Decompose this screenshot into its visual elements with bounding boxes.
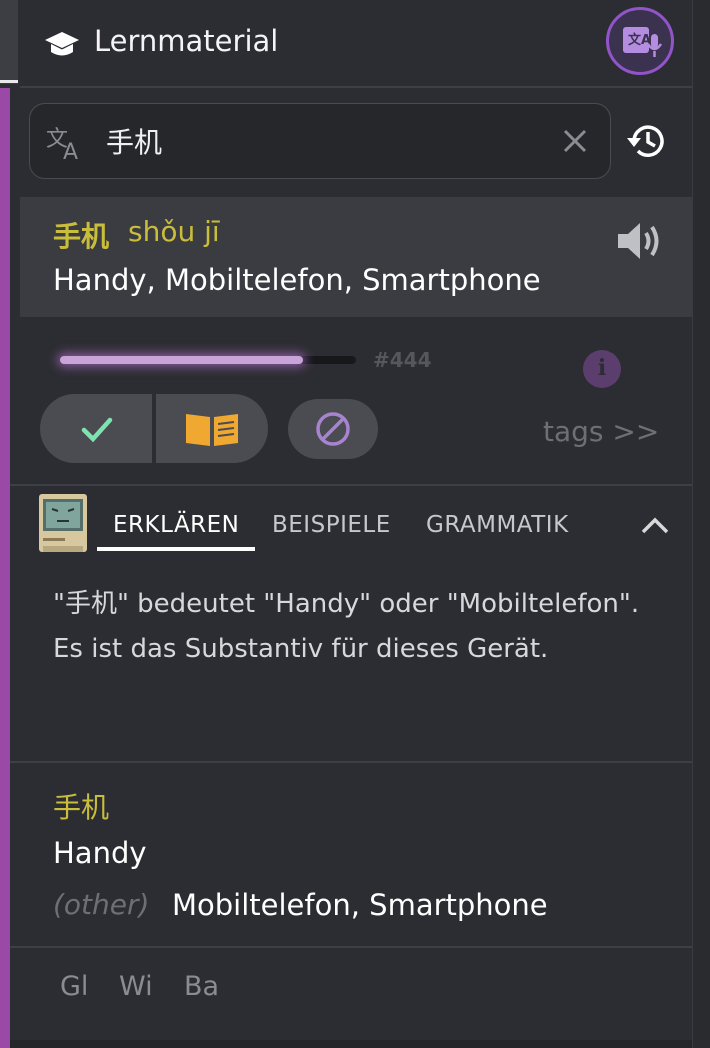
result-pinyin: shǒu jī	[128, 215, 220, 248]
learn-button[interactable]	[156, 394, 268, 463]
info-icon[interactable]: i	[583, 350, 621, 388]
history-icon[interactable]	[624, 121, 668, 165]
graduation-cap-icon	[44, 28, 80, 60]
assistant-computer-avatar-icon	[38, 492, 88, 556]
side-tab-indicator	[0, 80, 18, 83]
ignore-button[interactable]	[288, 399, 378, 459]
word-result-card[interactable]: 手机 shǒu jī Handy, Mobiltelefon, Smartpho…	[20, 197, 692, 317]
search-input[interactable]	[104, 120, 548, 162]
panel-header: Lernmaterial 文A	[20, 0, 692, 88]
open-book-icon	[186, 414, 238, 446]
block-icon	[316, 412, 350, 446]
panel-title: Lernmaterial	[94, 24, 279, 58]
side-tab-strip	[0, 0, 18, 84]
tab-beispiele[interactable]: BEISPIELE	[272, 512, 391, 538]
panel-bottom-edge	[10, 1040, 692, 1048]
tab-erklaeren[interactable]: ERKLÄREN	[113, 512, 239, 538]
active-tab-indicator	[97, 547, 255, 551]
learning-progress-bar	[60, 356, 356, 364]
side-accent-bar	[0, 88, 10, 1048]
scrollbar-gutter	[692, 0, 710, 1048]
result-meaning: Handy, Mobiltelefon, Smartphone	[53, 263, 541, 297]
learn-status-toggle	[40, 394, 268, 463]
translate-icon: 文 A	[46, 122, 88, 166]
source-link-wi[interactable]: Wi	[119, 971, 153, 1002]
explanation-text: "手机" bedeutet "Handy" oder "Mobiltelefon…	[53, 589, 640, 664]
dictionary-other-meanings: Mobiltelefon, Smartphone	[172, 888, 548, 922]
learning-progress-fill	[60, 356, 303, 364]
divider	[10, 761, 692, 763]
frequency-rank: #444	[373, 348, 432, 372]
chevron-up-icon[interactable]	[640, 514, 670, 540]
check-icon	[81, 417, 113, 443]
dictionary-other-tag: (other)	[53, 888, 150, 921]
divider	[10, 484, 692, 486]
translate-mic-icon: 文A	[623, 27, 663, 57]
svg-text:A: A	[63, 140, 78, 162]
voice-translate-button[interactable]: 文A	[606, 7, 674, 75]
source-link-ba[interactable]: Ba	[184, 971, 219, 1002]
known-button[interactable]	[40, 394, 152, 463]
dictionary-main-meaning: Handy	[53, 836, 147, 870]
speaker-icon[interactable]	[616, 219, 664, 267]
divider	[10, 946, 692, 948]
close-icon[interactable]	[560, 126, 590, 160]
tab-grammatik[interactable]: GRAMMATIK	[426, 512, 569, 538]
source-link-gl[interactable]: Gl	[60, 971, 88, 1002]
result-hanzi: 手机	[53, 220, 110, 253]
search-box: 文 A	[29, 103, 611, 179]
dictionary-hanzi: 手机	[53, 791, 110, 824]
search-row: 文 A	[20, 88, 692, 196]
tags-link[interactable]: tags >>	[543, 415, 659, 448]
